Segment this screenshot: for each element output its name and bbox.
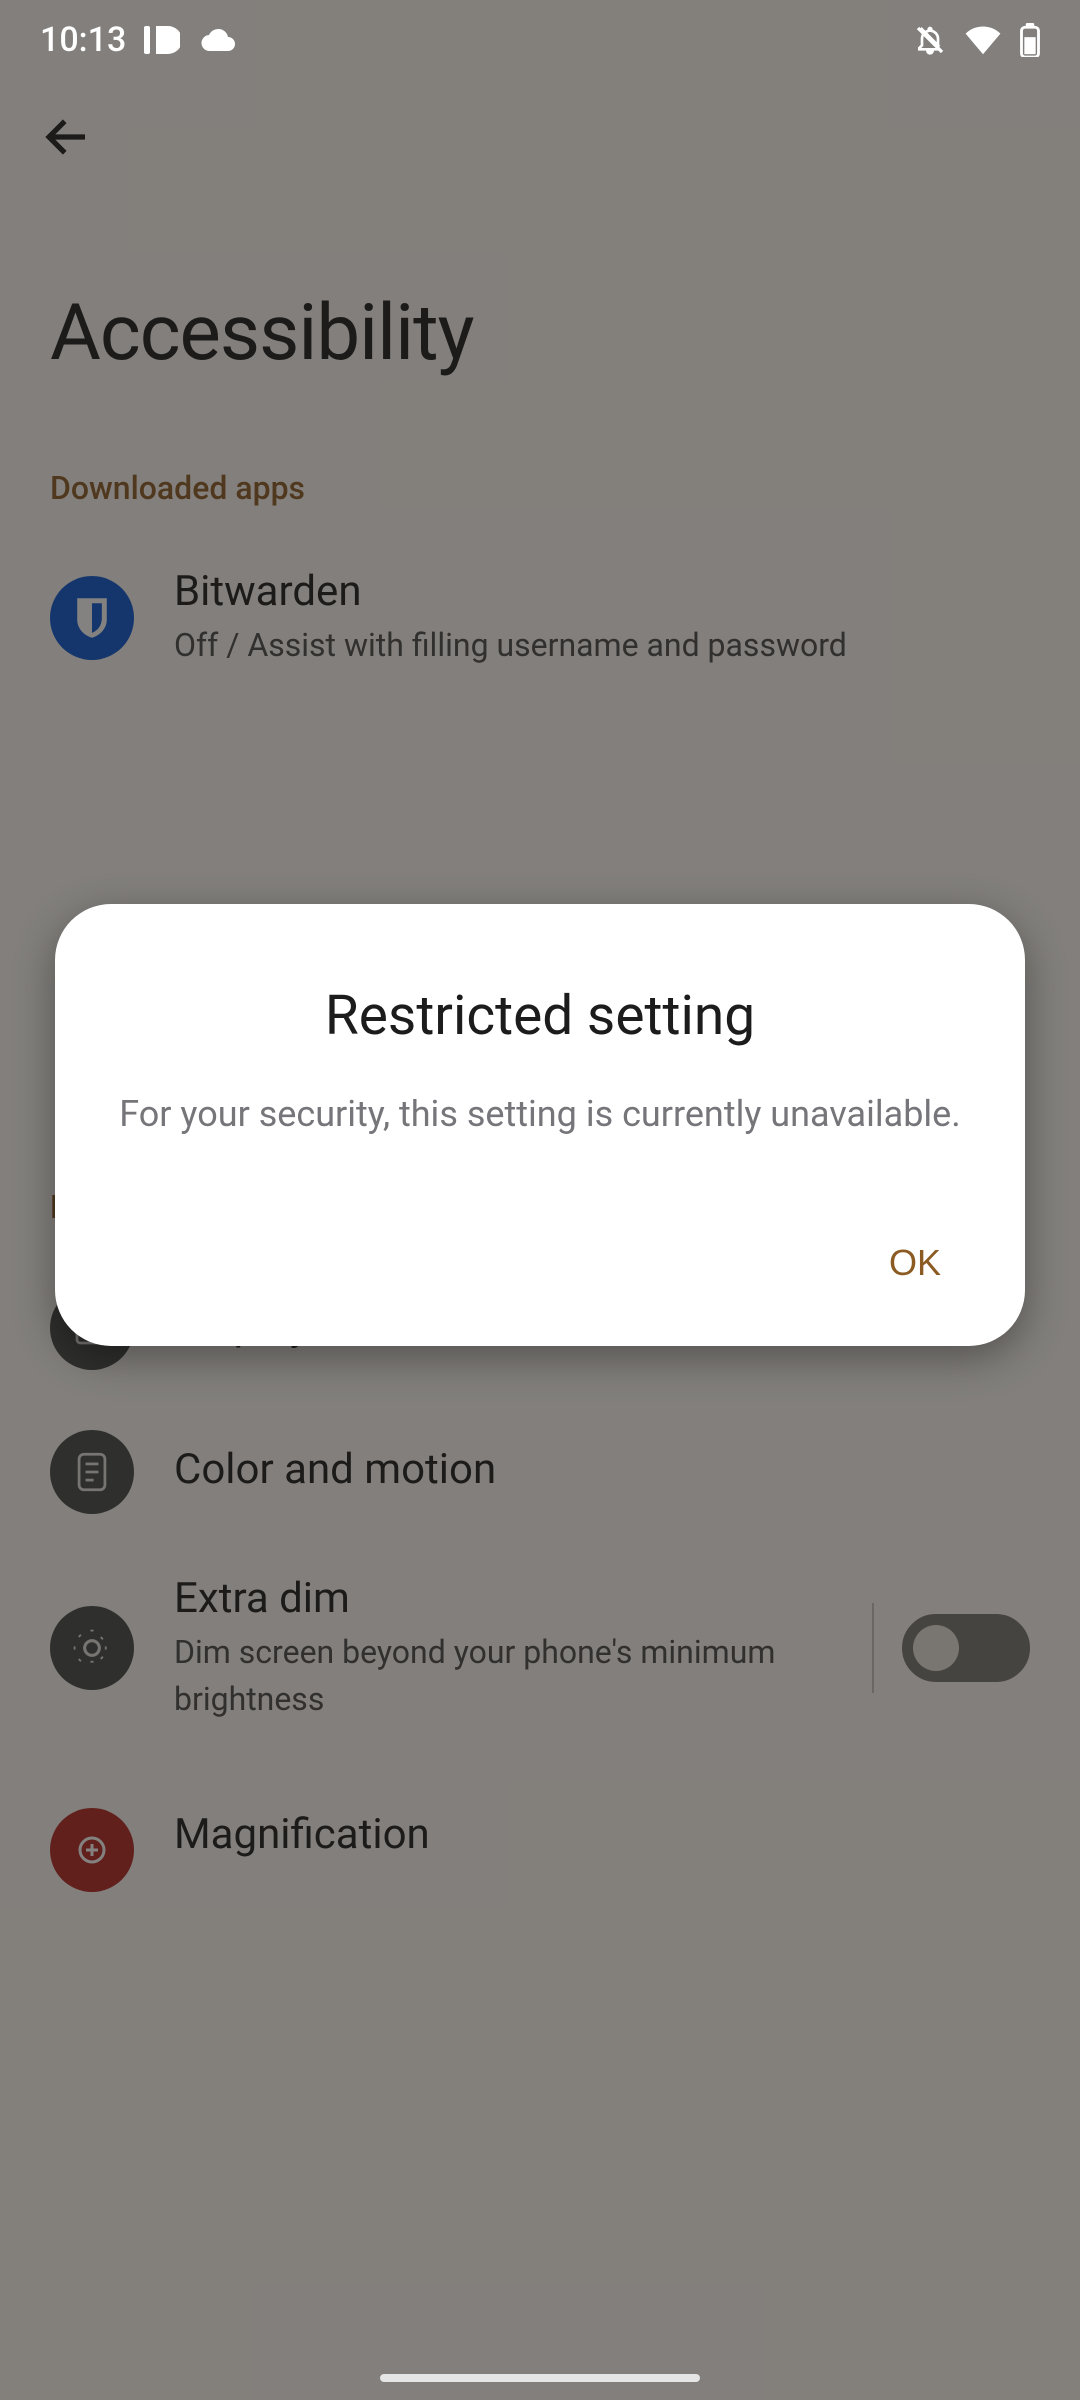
dnd-icon (914, 23, 946, 57)
restricted-setting-dialog: Restricted setting For your security, th… (55, 904, 1025, 1346)
battery-icon (1020, 23, 1040, 57)
cloud-icon (198, 27, 238, 53)
id-icon (144, 26, 180, 54)
status-bar: 10:13 (0, 0, 1080, 80)
wifi-icon (964, 25, 1002, 55)
dialog-body: For your security, this setting is curre… (115, 1088, 965, 1140)
status-time: 10:13 (40, 20, 126, 60)
dialog-title: Restricted setting (115, 984, 965, 1048)
modal-scrim[interactable]: Restricted setting For your security, th… (0, 0, 1080, 2400)
ok-button[interactable]: OK (865, 1230, 965, 1296)
gesture-nav-bar[interactable] (380, 2374, 700, 2382)
